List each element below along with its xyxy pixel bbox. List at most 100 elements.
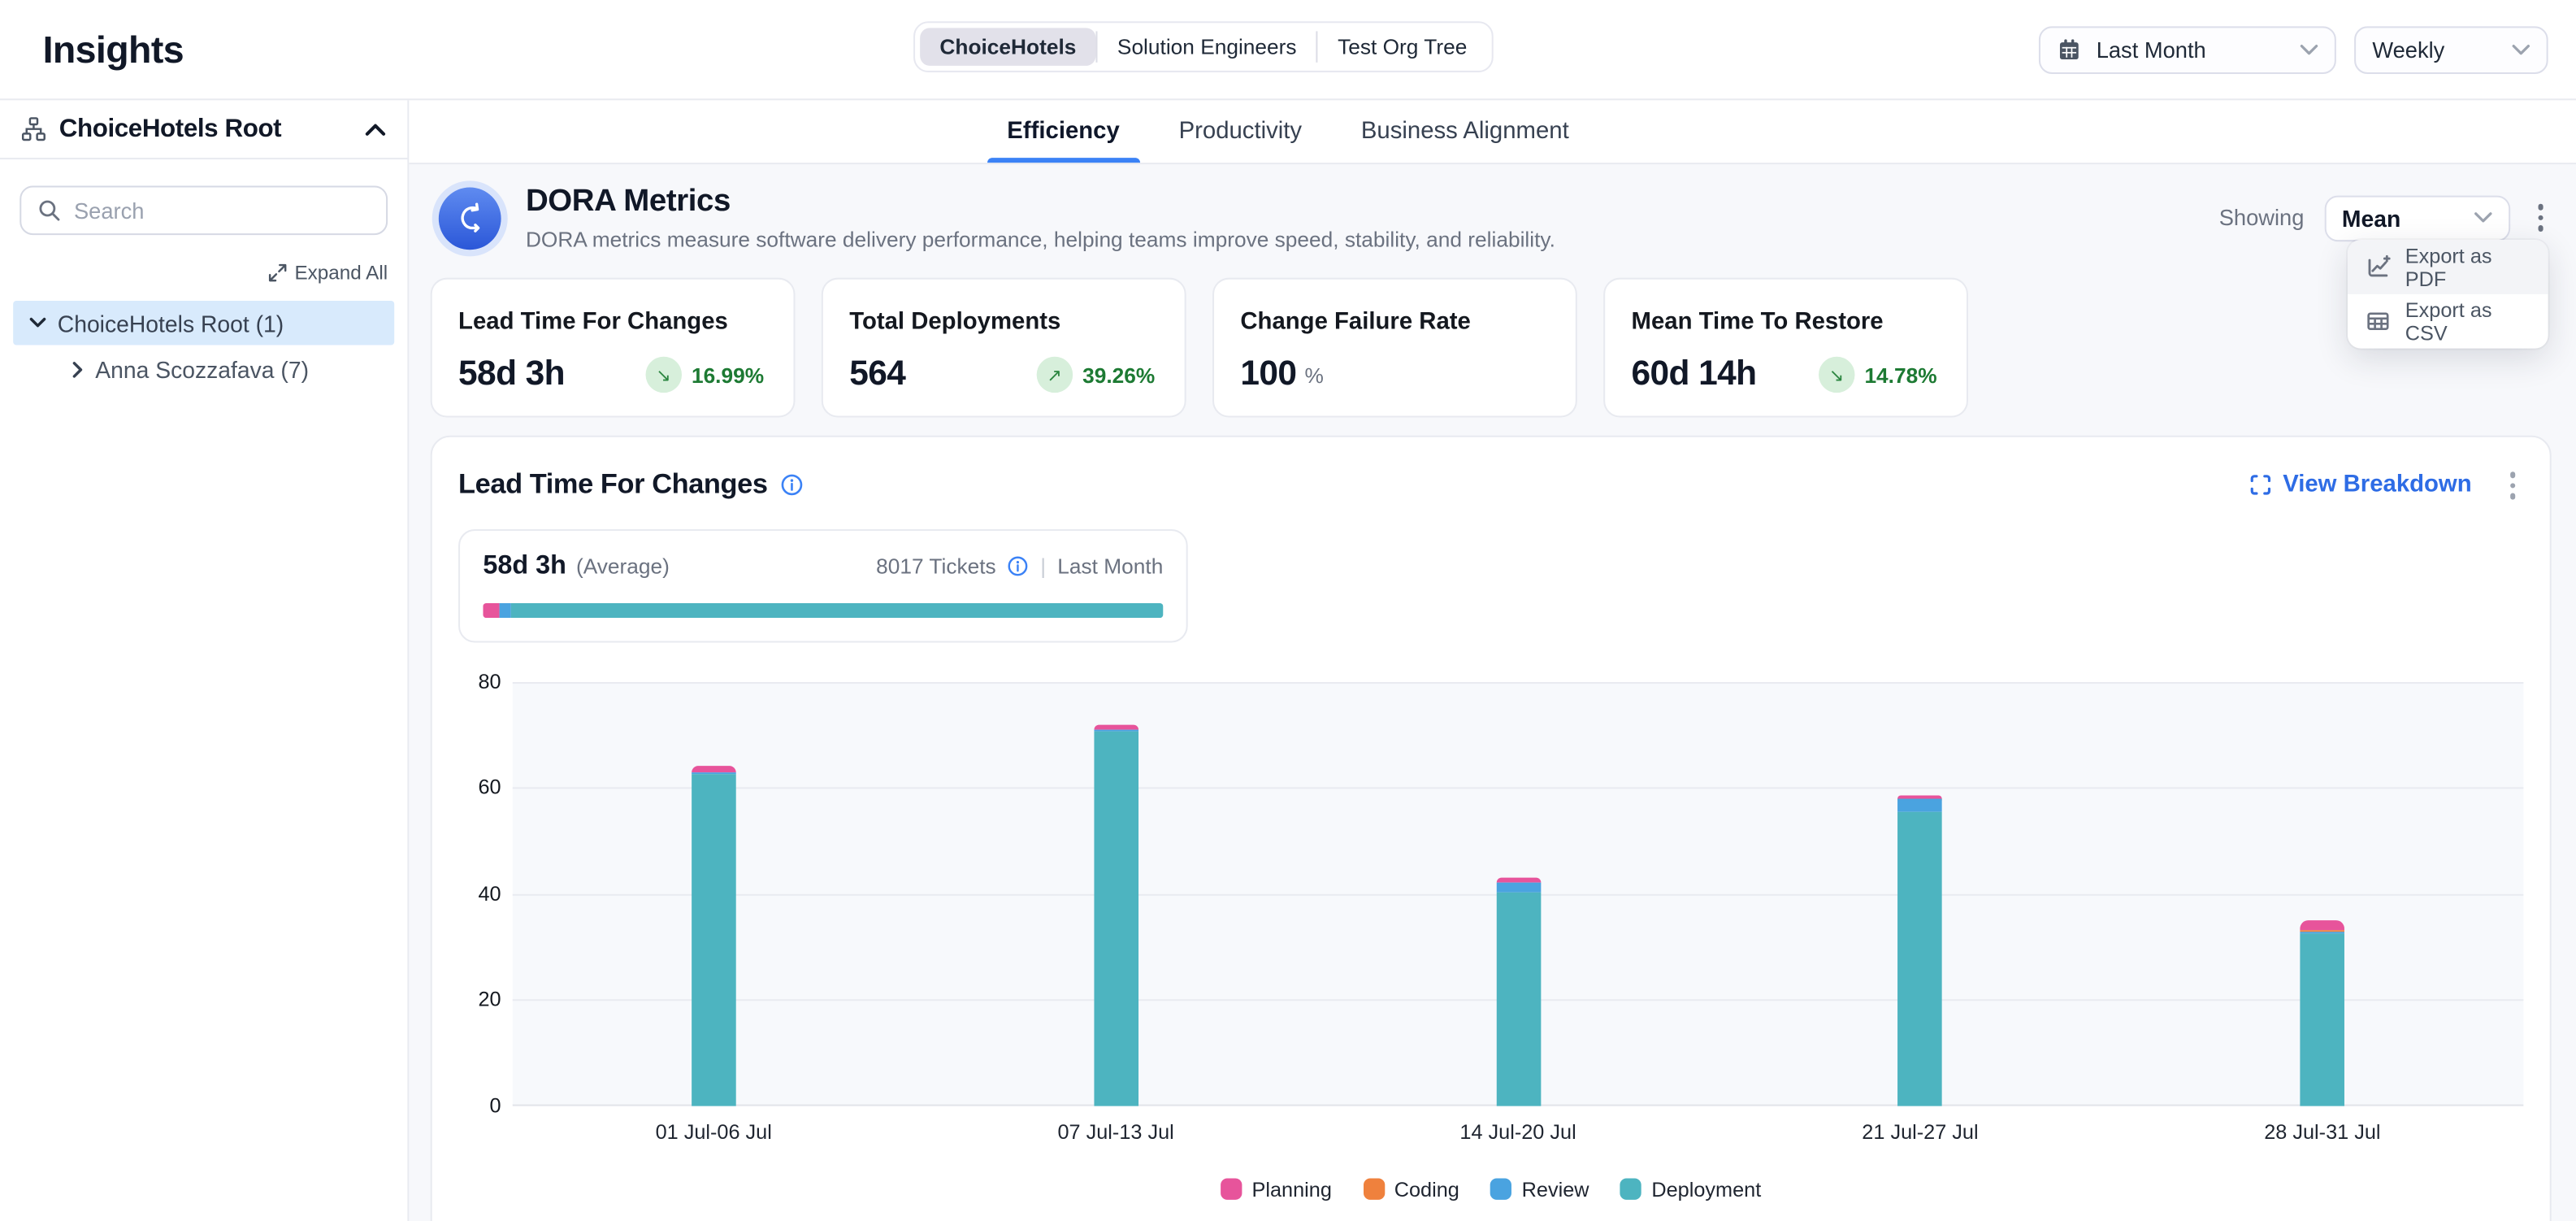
dora-subtitle: DORA metrics measure software delivery p… [526, 227, 1555, 251]
legend-item-planning[interactable]: Planning [1221, 1178, 1332, 1201]
bar-segment-review[interactable] [1496, 883, 1541, 892]
chevron-up-icon[interactable] [365, 123, 386, 136]
org-tab-choicehotels[interactable]: ChoiceHotels [920, 28, 1095, 65]
bar-segment-deployment[interactable] [1094, 731, 1138, 1106]
search-input[interactable] [74, 198, 370, 223]
view-breakdown-label: View Breakdown [2283, 472, 2471, 498]
top-bar: Insights ChoiceHotels Solution Engineers… [0, 0, 2576, 100]
legend-label: Coding [1394, 1178, 1459, 1201]
chevron-down-icon [2512, 44, 2530, 55]
chevron-down-icon [29, 317, 46, 328]
bar-segment-deployment[interactable] [2301, 933, 2345, 1105]
bar-1[interactable] [692, 766, 736, 1105]
x-axis-label: 01 Jul-06 Jul [656, 1120, 772, 1143]
info-icon[interactable] [1008, 555, 1029, 576]
y-axis-label: 80 [458, 670, 501, 693]
topbar-controls: Last Month Weekly [2039, 25, 2548, 73]
legend-item-review[interactable]: Review [1490, 1178, 1589, 1201]
trend-percent: 39.26% [1082, 363, 1155, 387]
x-axis: 01 Jul-06 Jul07 Jul-13 Jul14 Jul-20 Jul2… [513, 1106, 2524, 1138]
tab-productivity[interactable]: Productivity [1179, 100, 1303, 163]
metric-value: 564 [849, 355, 905, 395]
bar-segment-review[interactable] [1898, 799, 1943, 813]
average-value: 58d 3h [483, 551, 566, 580]
calendar-icon [2057, 37, 2081, 61]
lead-time-chart-card: Lead Time For Changes View Breakdown [431, 436, 2552, 1221]
chevron-down-icon [2474, 212, 2491, 224]
tickets-count: 8017 Tickets [876, 554, 996, 578]
x-axis-label: 21 Jul-27 Jul [1862, 1120, 1978, 1143]
menu-item-export-pdf[interactable]: Export as PDF [2348, 240, 2548, 294]
bar-4[interactable] [1898, 796, 1943, 1106]
bar-segment-deployment[interactable] [1898, 813, 1943, 1106]
showing-select[interactable]: Mean [2324, 195, 2509, 241]
progress-segment-planning [483, 602, 499, 617]
legend-item-deployment[interactable]: Deployment [1620, 1178, 1761, 1201]
showing-label: Showing [2219, 206, 2305, 230]
dora-kebab-menu-icon[interactable] [2529, 198, 2551, 238]
x-axis-label: 28 Jul-31 Jul [2264, 1120, 2380, 1143]
legend-item-coding[interactable]: Coding [1363, 1178, 1459, 1201]
bar-2[interactable] [1094, 725, 1138, 1106]
content: DORA Metrics DORA metrics measure softwa… [409, 164, 2576, 1221]
trend-badge: ↘ 16.99% [645, 357, 764, 393]
section-title: Lead Time For Changes [458, 469, 767, 502]
y-axis: 020406080 [458, 681, 501, 1106]
period-select[interactable]: Last Month [2039, 25, 2336, 73]
metric-value: 60d 14h [1632, 355, 1757, 395]
menu-item-export-csv[interactable]: Export as CSV [2348, 294, 2548, 349]
org-switcher: ChoiceHotels Solution Engineers Test Org… [913, 21, 1494, 72]
chart-area: 020406080 01 Jul-06 Jul07 Jul-13 Jul14 J… [458, 681, 2523, 1106]
chart-legend: Planning Coding Review Deployment [458, 1178, 2523, 1201]
bar-segment-deployment[interactable] [692, 775, 736, 1106]
view-breakdown-button[interactable]: View Breakdown [2249, 472, 2472, 498]
granularity-select-value: Weekly [2372, 37, 2444, 61]
metric-title: Lead Time For Changes [458, 309, 767, 335]
export-menu: Export as PDF Export as CSV [2348, 240, 2548, 348]
chevron-right-icon [72, 362, 84, 378]
tab-efficiency[interactable]: Efficiency [1007, 100, 1119, 163]
y-axis-label: 40 [458, 882, 501, 905]
org-tab-test-org-tree[interactable]: Test Org Tree [1318, 28, 1487, 65]
legend-label: Review [1522, 1178, 1589, 1201]
trend-down-arrow-icon: ↘ [645, 357, 681, 393]
granularity-select[interactable]: Weekly [2354, 25, 2548, 73]
chart-kebab-menu-icon[interactable] [2501, 465, 2523, 506]
gridline [513, 681, 2524, 683]
y-axis-label: 0 [458, 1093, 501, 1116]
chart-export-icon [2366, 254, 2390, 279]
bar-segment-planning[interactable] [1496, 877, 1541, 883]
bar-5[interactable] [2301, 919, 2345, 1105]
bar-3[interactable] [1496, 877, 1541, 1105]
bar-segment-planning[interactable] [692, 766, 736, 771]
tree-item-choicehotels-root[interactable]: ChoiceHotels Root (1) [13, 301, 394, 345]
info-icon[interactable] [781, 474, 804, 497]
tab-business-alignment[interactable]: Business Alignment [1361, 100, 1569, 163]
org-tab-solution-engineers[interactable]: Solution Engineers [1098, 28, 1316, 65]
tree-item-anna-scozzafava[interactable]: Anna Scozzafava (7) [20, 349, 388, 392]
menu-item-label: Export as PDF [2405, 244, 2530, 290]
legend-label: Deployment [1651, 1178, 1761, 1201]
period-label: Last Month [1057, 554, 1163, 578]
metric-card-total-deployments: Total Deployments 564 ↗ 39.26% [822, 278, 1186, 418]
sidebar-title: ChoiceHotels Root [59, 115, 281, 144]
dora-title: DORA Metrics [526, 184, 1555, 219]
trend-percent: 16.99% [692, 363, 764, 387]
menu-item-label: Export as CSV [2405, 298, 2530, 345]
bar-segment-deployment[interactable] [1496, 892, 1541, 1105]
metric-card-change-failure-rate: Change Failure Rate 100 % [1212, 278, 1577, 418]
dora-text: DORA Metrics DORA metrics measure softwa… [526, 184, 1555, 251]
metric-card-mean-time-to-restore: Mean Time To Restore 60d 14h ↘ 14.78% [1603, 278, 1968, 418]
x-axis-label: 07 Jul-13 Jul [1057, 1120, 1173, 1143]
sidebar-body: Expand All ChoiceHotels Root (1) [0, 159, 407, 391]
trend-percent: 14.78% [1864, 363, 1936, 387]
bar-segment-planning[interactable] [2301, 919, 2345, 931]
expand-icon [268, 263, 288, 282]
expand-all-button[interactable]: Expand All [268, 261, 388, 284]
tree-item-label: Anna Scozzafava (7) [95, 357, 309, 383]
page-title: Insights [43, 27, 184, 72]
separator: | [1040, 554, 1046, 578]
metric-title: Change Failure Rate [1240, 309, 1549, 335]
legend-label: Planning [1252, 1178, 1332, 1201]
average-label: (Average) [576, 554, 670, 578]
